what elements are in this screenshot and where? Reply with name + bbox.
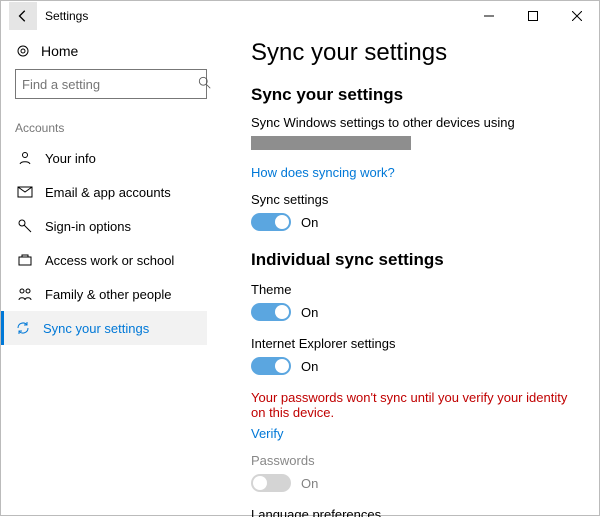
- search-box[interactable]: [15, 69, 207, 99]
- people-icon: [17, 286, 33, 302]
- sidebar-item-email[interactable]: Email & app accounts: [15, 175, 207, 209]
- sync-settings-toggle[interactable]: On: [251, 213, 318, 231]
- key-icon: [17, 218, 33, 234]
- toggle-state: On: [301, 215, 318, 230]
- sync-settings-label: Sync settings: [251, 192, 579, 207]
- search-icon: [198, 76, 212, 93]
- sync-icon: [15, 320, 31, 336]
- ie-label: Internet Explorer settings: [251, 336, 579, 351]
- toggle-state: On: [301, 359, 318, 374]
- verify-link[interactable]: Verify: [251, 426, 284, 441]
- sidebar-section: Accounts: [15, 117, 207, 141]
- passwords-label: Passwords: [251, 453, 579, 468]
- maximize-button[interactable]: [511, 1, 555, 31]
- section-header-individual: Individual sync settings: [251, 250, 579, 270]
- mail-icon: [17, 184, 33, 200]
- sidebar: Home Accounts Your info Email & app acco…: [1, 31, 221, 517]
- home-label: Home: [41, 43, 78, 59]
- sidebar-item-label: Your info: [45, 151, 96, 166]
- section-header-sync: Sync your settings: [251, 85, 579, 105]
- toggle-state: On: [301, 305, 318, 320]
- sync-description: Sync Windows settings to other devices u…: [251, 115, 579, 130]
- window-title: Settings: [45, 9, 467, 23]
- sidebar-item-family[interactable]: Family & other people: [15, 277, 207, 311]
- sidebar-item-work[interactable]: Access work or school: [15, 243, 207, 277]
- password-warning: Your passwords won't sync until you veri…: [251, 390, 571, 420]
- close-button[interactable]: [555, 1, 599, 31]
- sidebar-item-label: Sign-in options: [45, 219, 131, 234]
- briefcase-icon: [17, 252, 33, 268]
- theme-toggle[interactable]: On: [251, 303, 318, 321]
- toggle-state: On: [301, 476, 318, 491]
- person-icon: [17, 150, 33, 166]
- back-button[interactable]: [9, 2, 37, 30]
- sidebar-item-sync[interactable]: Sync your settings: [1, 311, 207, 345]
- sidebar-item-signin[interactable]: Sign-in options: [15, 209, 207, 243]
- theme-label: Theme: [251, 282, 579, 297]
- sidebar-item-label: Email & app accounts: [45, 185, 171, 200]
- sidebar-item-label: Sync your settings: [43, 321, 149, 336]
- page-title: Sync your settings: [251, 39, 579, 67]
- sidebar-item-label: Access work or school: [45, 253, 174, 268]
- sidebar-item-label: Family & other people: [45, 287, 171, 302]
- redacted-account: .: [251, 136, 411, 150]
- content-area: Sync your settings Sync your settings Sy…: [221, 31, 599, 517]
- ie-toggle[interactable]: On: [251, 357, 318, 375]
- passwords-toggle: On: [251, 474, 318, 492]
- gear-icon: [15, 43, 31, 59]
- minimize-button[interactable]: [467, 1, 511, 31]
- search-input[interactable]: [22, 77, 198, 92]
- how-syncing-link[interactable]: How does syncing work?: [251, 165, 395, 180]
- sidebar-item-your-info[interactable]: Your info: [15, 141, 207, 175]
- home-link[interactable]: Home: [15, 37, 207, 69]
